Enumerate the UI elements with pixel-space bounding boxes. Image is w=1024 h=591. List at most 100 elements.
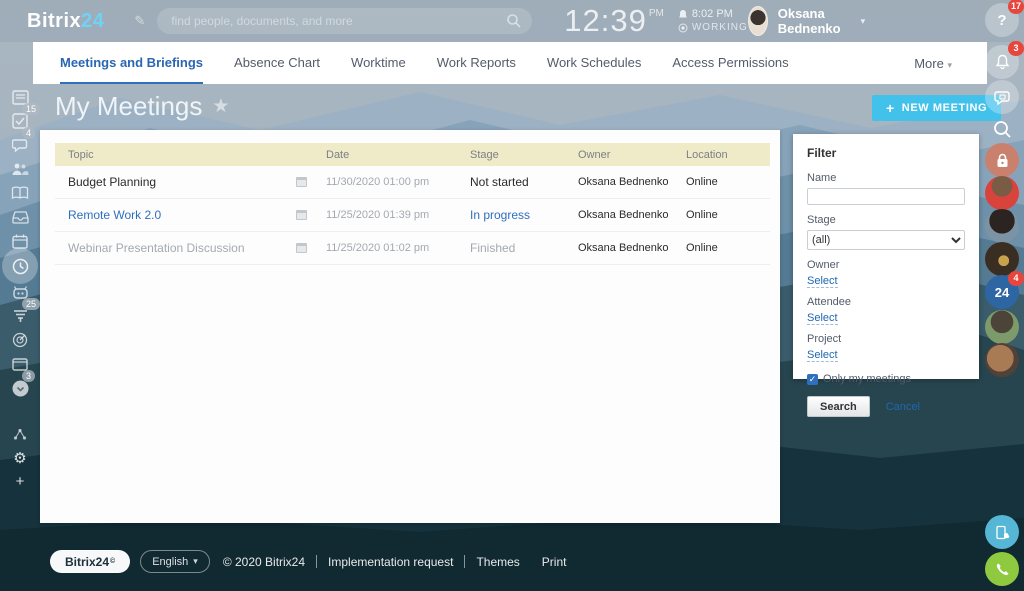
column-date[interactable]: Date [313,149,457,161]
messenger-button[interactable] [985,80,1019,114]
filter-cancel-link[interactable]: Cancel [886,401,920,413]
search-icon[interactable] [506,13,522,29]
meeting-stage: Not started [470,175,529,189]
meeting-stage: In progress [470,208,531,222]
working-status-label: WORKING [691,22,748,33]
tab-work-reports[interactable]: Work Reports [437,42,516,84]
top-bar: Bitrix24 ✎ 12:39 PM 8:02 PM [0,0,1024,42]
print-link[interactable]: Print [542,555,567,569]
right-utility-rail: ? 17 3 24 4 [980,0,1024,591]
filter-project-label: Project [807,333,842,345]
table-row[interactable]: Budget Planning 11/30/2020 01:00 pm Not st… [55,166,770,199]
calendar-icon [283,177,313,187]
global-search-input[interactable] [157,8,533,34]
column-topic[interactable]: Topic [55,149,283,161]
edit-pencil-icon[interactable]: ✎ [134,13,145,29]
sidebar-item-add[interactable]: + [0,469,40,493]
only-my-meetings-checkbox[interactable]: ✓ [807,373,818,385]
b24-label: 24 [994,284,1010,300]
alarm-time: 8:02 PM [691,8,733,20]
question-mark-icon: ? [997,11,1007,29]
meetings-table: Topic Date Stage Owner Location Budget P… [55,143,770,265]
recent-contact-avatar[interactable] [985,209,1019,243]
meeting-date: 11/25/2020 01:02 pm [326,242,430,254]
tab-access-permissions[interactable]: Access Permissions [672,42,788,84]
notifications-button[interactable]: 3 [985,41,1024,79]
search-icon [993,120,1011,138]
sidebar-item-settings[interactable]: ⚙ [0,446,40,470]
workday-clock[interactable]: 12:39 PM [564,4,664,38]
favorite-star-icon[interactable]: ★ [212,95,229,118]
page-title: My Meetings [55,91,203,121]
themes-link[interactable]: Themes [476,555,519,569]
recent-contact-avatar[interactable] [985,310,1019,344]
meeting-date: 11/25/2020 01:39 pm [326,209,430,221]
bitrix24-network-button[interactable]: 24 4 [985,271,1024,309]
chat-bubble-icon [994,90,1010,105]
filter-attendee-select-link[interactable]: Select [807,312,838,325]
sidebar-item-employees[interactable] [0,157,40,181]
clock-time: 12:39 [564,3,647,38]
clock-meridiem: PM [648,8,664,19]
tab-absence-chart[interactable]: Absence Chart [234,42,320,84]
tab-worktime[interactable]: Worktime [351,42,406,84]
call-button[interactable] [985,552,1019,586]
column-owner[interactable]: Owner [565,149,673,161]
filter-stage-select[interactable]: (all) [807,230,965,250]
user-menu[interactable]: Oksana Bednenko ▾ [747,6,866,36]
recent-contact-avatar[interactable] [985,343,1019,377]
sidebar-item-drive[interactable] [0,205,40,229]
sidebar-item-knowledge-base[interactable] [0,181,40,205]
filter-project-select-link[interactable]: Select [807,349,838,362]
footer-divider [464,555,466,568]
help-button[interactable]: ? 17 [985,0,1024,37]
crm-badge: 25 [22,298,41,310]
tasks-badge: 15 [22,103,41,115]
footer-bitrix24-button[interactable]: Bitrix24 © [50,550,131,573]
chevron-down-icon: ▾ [860,15,866,26]
filter-name-input[interactable] [807,188,965,205]
table-row[interactable]: Remote Work 2.0 11/25/2020 01:39 pm In pro… [55,199,770,232]
meeting-owner: Oksana Bednenko [578,209,669,221]
chevron-down-icon: ▾ [947,59,952,70]
recent-contact-avatar[interactable] [985,176,1019,210]
meeting-date: 11/30/2020 01:00 pm [326,176,430,188]
sidebar-item-marketing[interactable] [0,328,40,352]
column-location[interactable]: Location [673,149,770,161]
global-search [157,8,533,34]
workday-status[interactable]: 8:02 PM WORKING [678,7,748,35]
table-row[interactable]: Webinar Presentation Discussion 11/25/202… [55,232,770,265]
devices-icon [995,525,1009,539]
bitrix24-logo[interactable]: Bitrix24 [27,10,104,33]
calendar-icon [283,243,313,253]
tab-work-schedules[interactable]: Work Schedules [547,42,641,84]
column-stage[interactable]: Stage [457,149,565,161]
footer-bar: Bitrix24 © English ▾ © 2020 Bitrix24 Impl… [50,550,566,573]
security-lock-button[interactable] [985,143,1019,177]
tab-more[interactable]: More ▾ [914,56,952,71]
recording-status-icon [678,23,688,33]
implementation-request-link[interactable]: Implementation request [328,555,453,569]
sidebar-item-updates[interactable]: 3 [0,370,40,400]
sidebar-item-chat[interactable]: 4 [0,127,40,157]
filter-owner-select-link[interactable]: Select [807,275,838,288]
language-selector[interactable]: English ▾ [140,550,210,573]
meeting-topic[interactable]: Budget Planning [55,175,283,189]
only-my-meetings-row: ✓ Only my meetings [807,373,965,385]
sidebar-search-button[interactable] [985,112,1019,146]
sidebar-item-crm-funnel[interactable]: 25 [0,298,41,328]
filter-stage-label: Stage [807,214,836,226]
notifications-badge: 3 [1008,41,1024,56]
meeting-topic[interactable]: Webinar Presentation Discussion [55,241,283,255]
logo-prefix: Bitrix [27,9,82,32]
sidebar-item-time-and-reports[interactable] [0,248,40,284]
tab-meetings-and-briefings[interactable]: Meetings and Briefings [60,42,204,84]
phone-icon [996,563,1008,575]
help-badge: 17 [1007,0,1024,14]
mobile-app-button[interactable] [985,515,1019,549]
meeting-topic[interactable]: Remote Work 2.0 [55,208,283,222]
filter-search-button[interactable]: Search [807,396,870,417]
b24-network-badge: 4 [1008,271,1024,286]
sidebar-item-sitemap[interactable] [0,422,40,446]
bell-icon [995,54,1009,70]
